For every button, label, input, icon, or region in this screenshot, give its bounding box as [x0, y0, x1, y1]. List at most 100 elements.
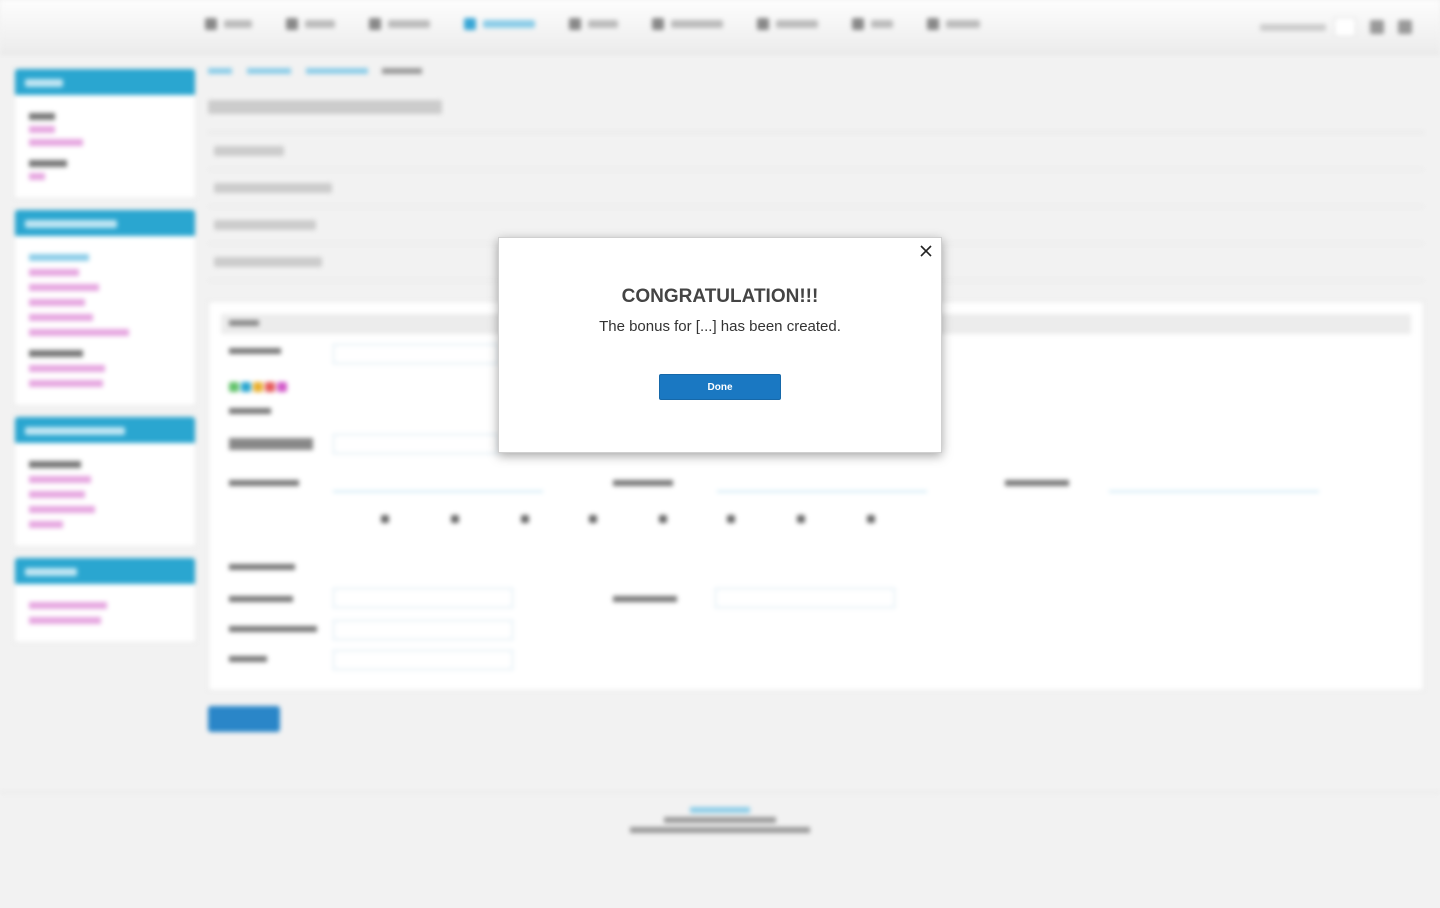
sidebar-link[interactable]	[29, 602, 107, 609]
footer-link[interactable]	[690, 807, 750, 813]
sidebar-panel-body	[15, 95, 195, 198]
sidebar	[14, 68, 196, 653]
create-button[interactable]	[208, 706, 280, 732]
footer-copyright	[630, 827, 810, 833]
footer	[0, 792, 1440, 908]
filter-chip[interactable]	[821, 512, 877, 526]
audit-icon	[652, 18, 664, 30]
sidebar-link[interactable]	[29, 314, 93, 321]
sidebar-link[interactable]	[29, 126, 55, 133]
sidebar-group	[29, 350, 83, 357]
sidebar-link[interactable]	[29, 284, 99, 291]
sidebar-panel	[14, 557, 196, 643]
nav-item[interactable]	[852, 18, 893, 30]
language-select[interactable]	[1334, 17, 1356, 37]
modal-message: The bonus for [...] has been created.	[599, 318, 841, 335]
sidebar-link[interactable]	[29, 173, 45, 180]
sidebar-link[interactable]	[29, 380, 103, 387]
success-modal: CONGRATULATION!!! The bonus for [...] ha…	[498, 237, 942, 453]
field-label	[229, 656, 267, 662]
sidebar-link[interactable]	[29, 299, 85, 306]
field-label	[229, 626, 317, 632]
text-input[interactable]	[333, 620, 513, 640]
admin-icon	[927, 18, 939, 30]
sidebar-panel	[14, 209, 196, 406]
home-icon	[205, 18, 217, 30]
sidebar-link[interactable]	[29, 269, 79, 276]
text-input[interactable]	[333, 650, 513, 670]
sidebar-link[interactable]	[29, 139, 83, 146]
field-label	[229, 438, 313, 450]
filter-chip[interactable]	[405, 512, 461, 526]
field-label	[229, 348, 281, 354]
filter-chip[interactable]	[543, 512, 599, 526]
finance-icon	[369, 18, 381, 30]
user-menu-icon[interactable]	[1398, 20, 1412, 34]
nav-item-active[interactable]	[464, 18, 535, 30]
bonus-type-select[interactable]	[333, 344, 499, 364]
reports-icon	[757, 18, 769, 30]
sidebar-panel-header	[15, 210, 195, 236]
sidebar-link[interactable]	[29, 506, 95, 513]
sidebar-panel-body	[15, 443, 195, 546]
color-strip	[229, 382, 289, 392]
vendor-select[interactable]	[717, 474, 927, 492]
page-title	[208, 94, 1424, 133]
sidebar-panel-body	[15, 236, 195, 405]
nav-item[interactable]	[369, 18, 430, 30]
nav-item[interactable]	[757, 18, 818, 30]
section-toggle[interactable]	[208, 170, 1424, 207]
user-icon	[852, 18, 864, 30]
footer-text	[664, 817, 776, 823]
modal-title: CONGRATULATION!!!	[621, 286, 819, 307]
sidebar-link-active[interactable]	[29, 254, 89, 261]
sidebar-panel	[14, 416, 196, 547]
sidebar-group	[29, 113, 55, 120]
nav-item[interactable]	[205, 18, 252, 30]
top-right-tools	[1260, 17, 1426, 37]
text-input[interactable]	[333, 434, 499, 454]
category-select[interactable]	[333, 474, 543, 492]
sidebar-group	[29, 461, 81, 468]
sidebar-link[interactable]	[29, 329, 129, 336]
main-nav	[205, 18, 1014, 30]
field-label	[613, 596, 677, 602]
done-button[interactable]: Done	[659, 374, 781, 400]
search-icon	[286, 18, 298, 30]
sidebar-link[interactable]	[29, 476, 91, 483]
breadcrumb	[208, 66, 1424, 82]
nav-item[interactable]	[927, 18, 980, 30]
sidebar-link[interactable]	[29, 491, 85, 498]
provider-select[interactable]	[1109, 474, 1319, 492]
filter-chip[interactable]	[475, 512, 531, 526]
top-navbar	[0, 0, 1440, 54]
text-input[interactable]	[715, 588, 895, 608]
section-toggle[interactable]	[208, 133, 1424, 170]
fraud-icon	[569, 18, 581, 30]
filter-chip[interactable]	[751, 512, 807, 526]
settings-icon[interactable]	[1370, 20, 1384, 34]
sidebar-group	[29, 160, 67, 167]
nav-item[interactable]	[286, 18, 335, 30]
marketing-icon	[464, 18, 476, 30]
filter-chip[interactable]	[335, 512, 391, 526]
filter-chip[interactable]	[613, 512, 669, 526]
sidebar-link[interactable]	[29, 617, 101, 624]
sidebar-panel-header	[15, 417, 195, 443]
close-icon[interactable]	[917, 242, 935, 260]
text-input[interactable]	[333, 588, 513, 608]
field-label	[229, 564, 295, 570]
field-label	[613, 480, 673, 486]
field-label	[229, 408, 271, 414]
field-label	[229, 596, 293, 602]
filter-chip[interactable]	[681, 512, 737, 526]
user-info-text	[1260, 23, 1326, 31]
sidebar-link[interactable]	[29, 365, 105, 372]
field-label	[1005, 480, 1069, 486]
sidebar-panel-body	[15, 584, 195, 642]
sidebar-link[interactable]	[29, 521, 63, 528]
field-label	[229, 480, 299, 486]
sidebar-panel-header	[15, 69, 195, 95]
nav-item[interactable]	[569, 18, 618, 30]
nav-item[interactable]	[652, 18, 723, 30]
